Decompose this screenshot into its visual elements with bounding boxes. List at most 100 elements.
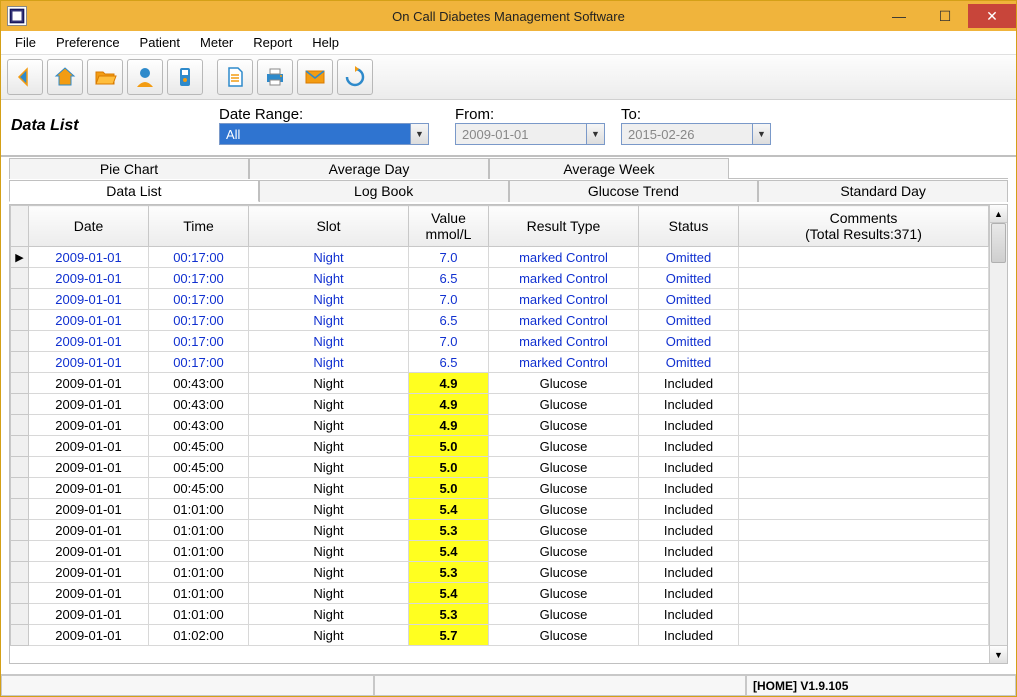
cell-time: 00:17:00 (149, 310, 249, 331)
cell-status: Included (639, 415, 739, 436)
cell-status: Included (639, 436, 739, 457)
print-button[interactable] (257, 59, 293, 95)
menu-patient[interactable]: Patient (130, 33, 190, 52)
cell-comments (739, 520, 989, 541)
table-row[interactable]: 2009-01-0101:01:00Night5.4GlucoseInclude… (11, 541, 989, 562)
tab-pie-chart[interactable]: Pie Chart (9, 158, 249, 179)
cell-result-type: Glucose (489, 457, 639, 478)
from-date-combo[interactable]: 2009-01-01 ▼ (455, 123, 605, 145)
cell-time: 00:45:00 (149, 457, 249, 478)
cell-status: Omitted (639, 331, 739, 352)
statusbar: [HOME] V1.9.105 (1, 674, 1016, 696)
cell-date: 2009-01-01 (29, 436, 149, 457)
row-marker (11, 268, 29, 289)
cell-time: 01:01:00 (149, 499, 249, 520)
col-header-time[interactable]: Time (149, 206, 249, 247)
table-row[interactable]: 2009-01-0100:45:00Night5.0GlucoseInclude… (11, 478, 989, 499)
cell-status: Included (639, 625, 739, 646)
mail-button[interactable] (297, 59, 333, 95)
table-row[interactable]: 2009-01-0101:01:00Night5.3GlucoseInclude… (11, 562, 989, 583)
patient-button[interactable] (127, 59, 163, 95)
table-row[interactable]: 2009-01-0100:17:00Night7.0marked Control… (11, 289, 989, 310)
chevron-down-icon: ▼ (586, 124, 604, 144)
cell-status: Included (639, 457, 739, 478)
refresh-button[interactable] (337, 59, 373, 95)
col-header-marker[interactable] (11, 206, 29, 247)
cell-value: 5.4 (409, 583, 489, 604)
table-row[interactable]: 2009-01-0100:17:00Night6.5marked Control… (11, 352, 989, 373)
tab-glucose-trend[interactable]: Glucose Trend (509, 180, 759, 202)
menu-preference[interactable]: Preference (46, 33, 130, 52)
table-row[interactable]: ▶2009-01-0100:17:00Night7.0marked Contro… (11, 247, 989, 268)
cell-time: 01:01:00 (149, 562, 249, 583)
minimize-button[interactable]: — (876, 4, 922, 28)
scroll-down-button[interactable]: ▼ (990, 645, 1007, 663)
cell-value: 7.0 (409, 331, 489, 352)
cell-time: 00:17:00 (149, 352, 249, 373)
cell-time: 00:43:00 (149, 415, 249, 436)
cell-time: 00:17:00 (149, 289, 249, 310)
cell-date: 2009-01-01 (29, 604, 149, 625)
page-title: Data List (11, 117, 211, 135)
cell-comments (739, 247, 989, 268)
menu-file[interactable]: File (5, 33, 46, 52)
document-button[interactable] (217, 59, 253, 95)
col-header-slot[interactable]: Slot (249, 206, 409, 247)
meter-button[interactable] (167, 59, 203, 95)
table-row[interactable]: 2009-01-0100:45:00Night5.0GlucoseInclude… (11, 436, 989, 457)
col-header-status[interactable]: Status (639, 206, 739, 247)
menu-report[interactable]: Report (243, 33, 302, 52)
to-date-combo[interactable]: 2015-02-26 ▼ (621, 123, 771, 145)
cell-slot: Night (249, 457, 409, 478)
table-row[interactable]: 2009-01-0101:01:00Night5.3GlucoseInclude… (11, 604, 989, 625)
open-button[interactable] (87, 59, 123, 95)
table-row[interactable]: 2009-01-0100:43:00Night4.9GlucoseInclude… (11, 373, 989, 394)
cell-status: Included (639, 499, 739, 520)
cell-date: 2009-01-01 (29, 457, 149, 478)
close-button[interactable]: ✕ (968, 4, 1016, 28)
tab-standard-day[interactable]: Standard Day (758, 180, 1008, 202)
maximize-button[interactable]: ☐ (922, 4, 968, 28)
table-row[interactable]: 2009-01-0101:02:00Night5.7GlucoseInclude… (11, 625, 989, 646)
cell-time: 00:45:00 (149, 436, 249, 457)
table-row[interactable]: 2009-01-0101:01:00Night5.3GlucoseInclude… (11, 520, 989, 541)
table-row[interactable]: 2009-01-0101:01:00Night5.4GlucoseInclude… (11, 583, 989, 604)
date-range-combo[interactable]: All ▼ (219, 123, 429, 145)
table-row[interactable]: 2009-01-0100:43:00Night4.9GlucoseInclude… (11, 394, 989, 415)
tab-average-week[interactable]: Average Week (489, 158, 729, 179)
cell-value: 6.5 (409, 352, 489, 373)
tab-log-book[interactable]: Log Book (259, 180, 509, 202)
cell-slot: Night (249, 625, 409, 646)
table-row[interactable]: 2009-01-0101:01:00Night5.4GlucoseInclude… (11, 499, 989, 520)
table-row[interactable]: 2009-01-0100:43:00Night4.9GlucoseInclude… (11, 415, 989, 436)
scroll-thumb[interactable] (991, 223, 1006, 263)
cell-date: 2009-01-01 (29, 394, 149, 415)
menu-help[interactable]: Help (302, 33, 349, 52)
cell-result-type: marked Control (489, 289, 639, 310)
col-header-value[interactable]: Valuemmol/L (409, 206, 489, 247)
menu-meter[interactable]: Meter (190, 33, 243, 52)
cell-comments (739, 625, 989, 646)
cell-comments (739, 499, 989, 520)
table-row[interactable]: 2009-01-0100:17:00Night6.5marked Control… (11, 310, 989, 331)
col-header-comments[interactable]: Comments(Total Results:371) (739, 206, 989, 247)
table-row[interactable]: 2009-01-0100:45:00Night5.0GlucoseInclude… (11, 457, 989, 478)
chevron-down-icon: ▼ (410, 124, 428, 144)
back-button[interactable] (7, 59, 43, 95)
col-header-date[interactable]: Date (29, 206, 149, 247)
to-label: To: (621, 106, 771, 123)
cell-result-type: Glucose (489, 394, 639, 415)
cell-status: Omitted (639, 352, 739, 373)
table-row[interactable]: 2009-01-0100:17:00Night6.5marked Control… (11, 268, 989, 289)
cell-status: Included (639, 541, 739, 562)
row-marker (11, 331, 29, 352)
cell-slot: Night (249, 289, 409, 310)
tab-average-day[interactable]: Average Day (249, 158, 489, 179)
col-header-result-type[interactable]: Result Type (489, 206, 639, 247)
tab-row-top: Pie Chart Average Day Average Week (9, 157, 1008, 179)
home-button[interactable] (47, 59, 83, 95)
scroll-up-button[interactable]: ▲ (990, 205, 1007, 223)
tab-data-list[interactable]: Data List (9, 180, 259, 202)
table-row[interactable]: 2009-01-0100:17:00Night7.0marked Control… (11, 331, 989, 352)
vertical-scrollbar[interactable]: ▲ ▼ (989, 205, 1007, 663)
